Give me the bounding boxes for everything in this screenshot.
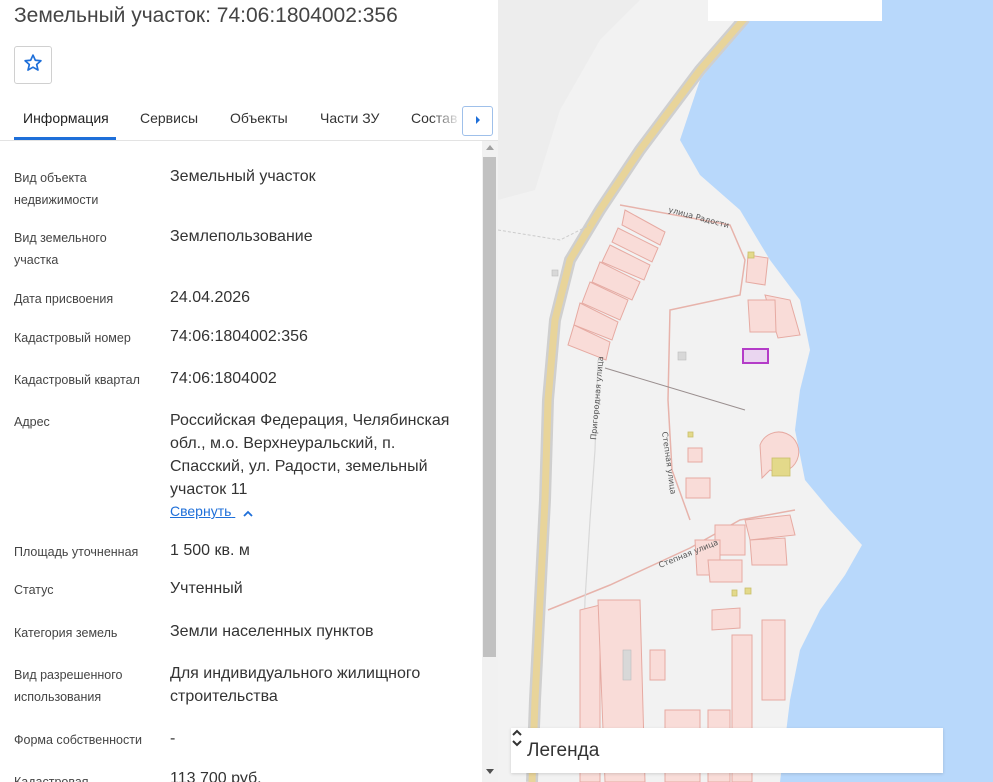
field-label: Площадь уточненная [14, 545, 139, 559]
tab-bar: Информация Сервисы Объекты Части ЗУ Сост… [0, 100, 498, 141]
field-label: Кадастровый номер [14, 331, 131, 345]
field-label: Категория земель [14, 626, 118, 640]
attributes-list: Вид объекта недвижимости Земельный участ… [0, 141, 482, 782]
field-label: Форма собственности [14, 733, 142, 747]
caret-right-icon [474, 112, 482, 130]
legend-title: Легенда [527, 739, 600, 761]
legend-panel[interactable]: Легенда [511, 728, 943, 773]
tab-parts[interactable]: Части ЗУ [320, 110, 379, 126]
tab-services[interactable]: Сервисы [140, 110, 198, 126]
field-value: 1 500 кв. м [170, 542, 250, 559]
tab-objects[interactable]: Объекты [230, 110, 288, 126]
field-value: Землепользование [170, 228, 313, 245]
field-label: Кадастровый квартал [14, 373, 140, 387]
map-overlay-box [708, 0, 882, 21]
field-value: Для индивидуального жилищного строительс… [170, 665, 421, 705]
field-value: Земельный участок [170, 168, 316, 185]
field-value: - [170, 730, 176, 747]
field-label: Статус [14, 583, 54, 597]
field-value: 24.04.2026 [170, 289, 251, 306]
tab-information[interactable]: Информация [23, 110, 109, 126]
field-label: Кадастровая [14, 775, 89, 782]
field-value: 74:06:1804002:356 [170, 328, 308, 345]
page-title: Земельный участок: 74:06:1804002:356 [14, 4, 398, 27]
field-value: Земли населенных пунктов [170, 623, 374, 640]
favorite-button[interactable] [14, 46, 52, 84]
tab-fade [430, 104, 462, 136]
scrollbar[interactable] [482, 141, 498, 782]
selected-parcel[interactable] [742, 348, 769, 364]
field-label: Дата присвоения [14, 292, 114, 306]
collapse-link[interactable]: Свернуть [170, 503, 253, 520]
field-label: Адрес [14, 415, 50, 429]
active-tab-indicator [14, 137, 116, 140]
star-outline-icon [23, 53, 43, 78]
field-label: Вид объекта недвижимости [14, 171, 99, 207]
chevron-up-icon [243, 504, 253, 520]
status-value: Учтенный [170, 580, 243, 597]
field-value: 74:06:1804002 [170, 370, 277, 387]
scroll-up-arrow-icon[interactable] [486, 145, 494, 150]
scroll-down-arrow-icon[interactable] [486, 769, 494, 774]
collapse-label: Свернуть [170, 503, 232, 519]
tabs-next-button[interactable] [462, 106, 493, 136]
field-label: Вид земельного участка [14, 231, 107, 267]
info-panel: Земельный участок: 74:06:1804002:356 Инф… [0, 0, 498, 782]
address-value: Российская Федерация, Челябинская обл., … [170, 412, 450, 498]
scrollbar-thumb[interactable] [483, 157, 496, 657]
field-value: 113 700 руб. [170, 770, 262, 782]
field-label: Вид разрешенного использования [14, 668, 123, 704]
